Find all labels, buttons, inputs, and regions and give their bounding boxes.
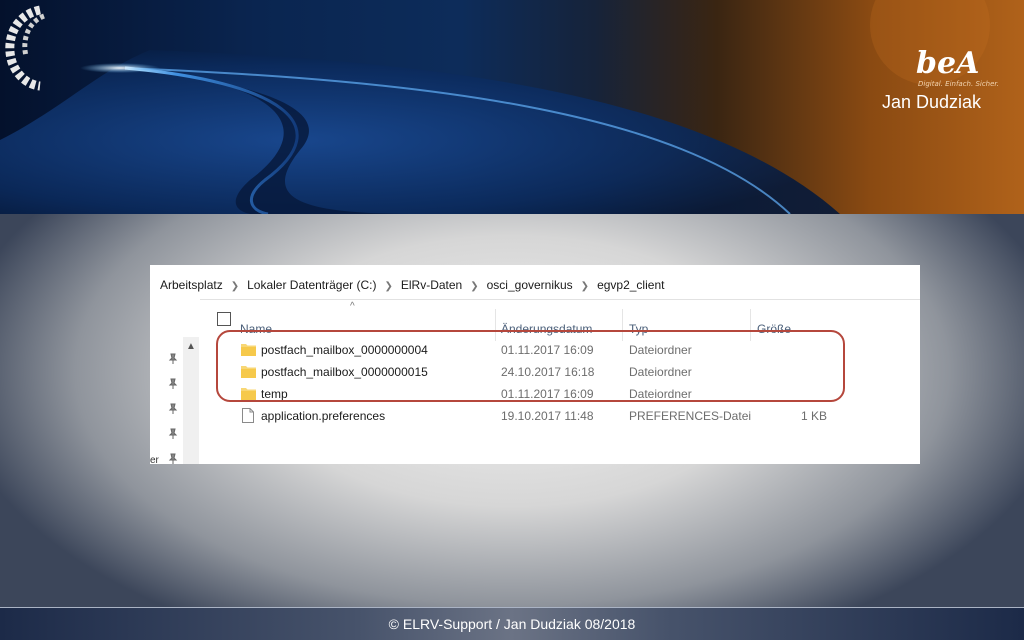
file-row-application-preferences[interactable]: application.preferences 19.10.2017 11:48… xyxy=(214,406,874,428)
breadcrumb: Arbeitsplatz ❯ Lokaler Datenträger (C:) ❯ El… xyxy=(160,278,664,292)
file-type: PREFERENCES-Datei xyxy=(629,409,752,423)
banner-swoosh-graphic xyxy=(0,0,990,214)
breadcrumb-item-osci-governikus[interactable]: osci_governikus xyxy=(487,278,573,292)
nav-scrollbar[interactable] xyxy=(183,337,199,464)
footer-bar: © ELRV-Support / Jan Dudziak 08/2018 xyxy=(0,607,1024,640)
bea-logo-icon xyxy=(5,5,46,91)
breadcrumb-item-arbeitsplatz[interactable]: Arbeitsplatz xyxy=(160,278,223,292)
breadcrumb-item-elrv-daten[interactable]: ElRv-Daten xyxy=(401,278,462,292)
navigation-pane: ▲ xyxy=(150,299,200,464)
nav-item-label-cut: er xyxy=(150,455,159,464)
file-name: application.preferences xyxy=(261,409,386,423)
scroll-up-icon[interactable]: ▲ xyxy=(186,341,196,352)
pin-icon[interactable] xyxy=(167,353,179,365)
logo-wordmark: beA xyxy=(916,46,980,81)
sort-ascending-icon: ^ xyxy=(350,301,355,312)
chevron-right-icon: ❯ xyxy=(230,281,240,292)
file-date: 19.10.2017 11:48 xyxy=(501,409,594,423)
file-icon xyxy=(242,408,254,423)
copyright-text: © ELRV-Support / Jan Dudziak 08/2018 xyxy=(388,616,636,632)
chevron-right-icon: ❯ xyxy=(470,281,479,292)
logo-tagline: Digital. Einfach. Sicher. xyxy=(918,80,999,88)
pin-icon[interactable] xyxy=(167,403,179,415)
footer-divider xyxy=(0,607,1024,608)
breadcrumb-item-drive-c[interactable]: Lokaler Datenträger (C:) xyxy=(247,278,376,292)
header-banner: beA Digital. Einfach. Sicher. Jan Dudzia… xyxy=(0,0,1024,214)
chevron-right-icon: ❯ xyxy=(580,281,590,292)
file-size: 1 KB xyxy=(800,409,827,423)
highlight-frame xyxy=(216,330,845,402)
pin-icon[interactable] xyxy=(167,378,179,390)
pin-icon[interactable] xyxy=(167,428,179,440)
address-bar[interactable]: Arbeitsplatz ❯ Lokaler Datenträger (C:) ❯ El… xyxy=(150,265,920,300)
select-all-checkbox[interactable] xyxy=(217,312,231,326)
pin-icon[interactable] xyxy=(167,453,179,464)
chevron-right-icon: ❯ xyxy=(384,281,393,292)
author-name: Jan Dudziak xyxy=(882,92,982,112)
breadcrumb-item-egvp2-client[interactable]: egvp2_client xyxy=(597,278,664,292)
